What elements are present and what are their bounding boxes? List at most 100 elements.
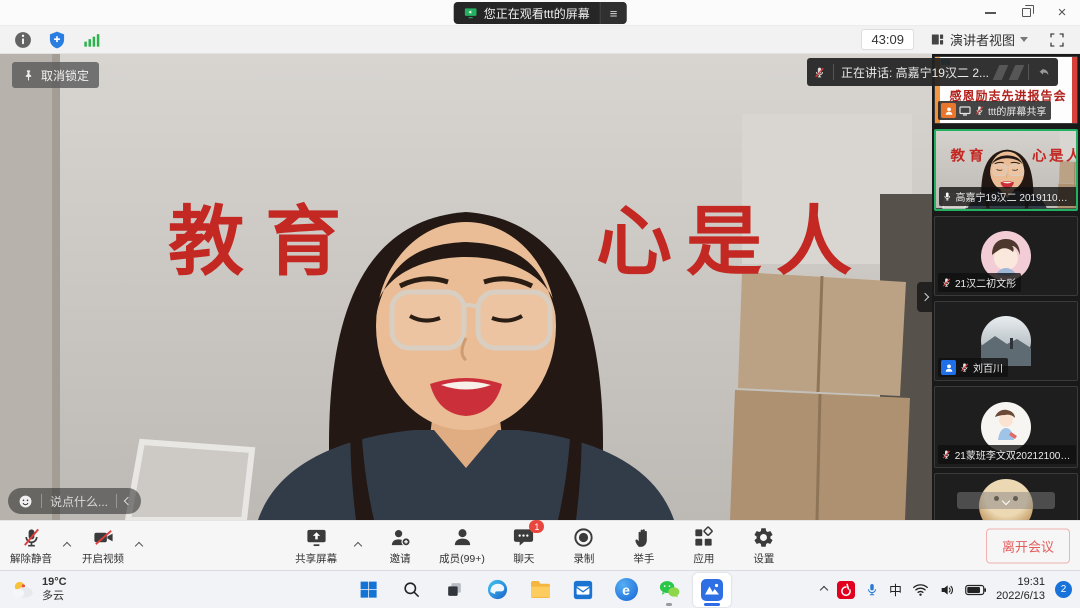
participant-avatar-tile[interactable]: 21蒙班李文双202121002... [934,386,1078,468]
chevron-left-icon[interactable] [124,497,132,505]
participant-label: 高嘉宁19汉二 201911002... [939,187,1077,206]
browser-e-button[interactable]: e [607,573,645,607]
unpin-button[interactable]: 取消锁定 [12,62,99,88]
participant-avatar-tile[interactable]: 21汉二初文彤 [934,216,1078,296]
divider [1028,64,1029,80]
task-view-button[interactable] [435,573,473,607]
running-indicator [666,603,672,606]
record-label: 录制 [573,551,594,566]
chat-button[interactable]: 1 聊天 [499,523,549,568]
active-mic-icon [942,191,953,202]
sidebar-collapse-handle[interactable] [917,282,932,312]
participant-label: 21汉二初文彤 [938,273,1021,292]
search-icon [402,580,421,599]
apps-button[interactable]: 应用 [679,523,729,568]
scroll-down-button[interactable] [957,492,1055,509]
meeting-control-bar: 解除静音 开启视频 共享屏幕 邀请 成员(99+) [0,520,1080,570]
security-shield-button[interactable] [44,29,70,51]
taskbar-search-button[interactable] [392,573,430,607]
chevron-down-icon [1002,496,1010,504]
tray-mic-icon[interactable] [865,582,879,597]
taskbar-clock[interactable]: 19:31 2022/6/13 [996,576,1045,604]
edge-icon [486,578,509,601]
raise-hand-button[interactable]: 举手 [619,523,669,568]
person-icon [944,363,954,373]
share-screen-label: 共享屏幕 [295,551,337,566]
pin-icon [22,69,35,82]
tray-overflow-chevron-icon[interactable] [820,585,828,593]
video-options-caret[interactable] [132,531,146,561]
muted-mic-icon [813,66,826,79]
members-label: 成员(99+) [439,551,485,566]
meeting-info-button[interactable] [10,29,36,51]
unmute-label: 解除静音 [10,551,52,566]
participant-label: 21蒙班李文双202121002... [938,445,1076,464]
info-icon [13,30,33,50]
share-screen-button[interactable]: 共享屏幕 [291,523,341,568]
edge-browser-button[interactable] [478,573,516,607]
meeting-app-icon [700,578,724,602]
meeting-window: 您正在观看ttt的屏幕 ≡ × 43:09 演讲者视图 [0,0,1080,608]
network-quality-button[interactable] [78,29,104,51]
settings-button[interactable]: 设置 [739,523,789,568]
participant-avatar-tile-partial[interactable] [934,473,1078,520]
pill-menu-icon[interactable]: ≡ [600,2,627,24]
netease-music-icon[interactable] [837,581,855,599]
mail-app-button[interactable] [564,573,602,607]
emoji-smiley-icon[interactable] [18,494,33,509]
battery-icon[interactable] [965,584,986,596]
muted-mic-icon [941,277,952,288]
participant-name: 21汉二初文彤 [955,275,1016,290]
volume-icon[interactable] [939,582,955,598]
start-button[interactable] [349,573,387,607]
screen-watching-pill[interactable]: 您正在观看ttt的屏幕 ≡ [454,2,627,24]
participant-name: ttt的屏幕共享 [988,103,1046,118]
share-options-caret[interactable] [351,531,365,561]
participant-video-tile-active[interactable]: 高嘉宁19汉二 201911002... [934,129,1078,211]
taskbar-weather-widget[interactable]: 19°C多云 [10,576,67,602]
file-explorer-button[interactable] [521,573,559,607]
raise-hand-icon [632,526,655,549]
unpin-label: 取消锁定 [41,67,89,84]
minimize-icon [985,12,996,14]
invite-button[interactable]: 邀请 [375,523,425,568]
start-video-button[interactable]: 开启视频 [78,523,128,568]
quick-chat-input[interactable]: 说点什么... [8,488,141,514]
members-button[interactable]: 成员(99+) [435,523,489,568]
share-screen-icon [305,526,328,549]
minimize-button[interactable] [972,0,1008,25]
chevron-right-icon [920,293,928,301]
participant-avatar-tile[interactable]: 刘百川 [934,301,1078,381]
divider [41,494,42,508]
chat-placeholder: 说点什么... [50,493,108,510]
notification-badge[interactable]: 2 [1055,581,1072,598]
restore-icon [1022,8,1031,17]
wechat-button[interactable] [650,573,688,607]
record-button[interactable]: 录制 [559,523,609,568]
collapse-arrow-icon[interactable] [1009,65,1025,80]
muted-mic-icon [974,105,985,116]
record-icon [572,526,595,549]
view-mode-label: 演讲者视图 [950,30,1015,49]
wifi-icon[interactable] [912,582,929,597]
speaker-video: 教 育 心是人 [0,54,932,520]
weather-cloudy-icon [10,579,36,601]
slide-accent [1072,57,1077,123]
leave-meeting-button[interactable]: 离开会议 [986,528,1070,563]
meeting-app-button[interactable] [693,573,731,607]
weather-condition: 多云 [42,590,64,602]
green-monitor-icon [464,6,478,20]
collapse-arrow-icon[interactable] [993,65,1009,80]
divider [833,64,834,80]
clock-date: 2022/6/13 [996,590,1045,602]
restore-button[interactable] [1008,0,1044,25]
view-mode-button[interactable]: 演讲者视图 [924,28,1034,51]
mic-options-caret[interactable] [60,531,74,561]
fullscreen-button[interactable] [1044,29,1070,51]
reply-arrow-icon[interactable] [1036,65,1052,79]
input-method-indicator[interactable]: 中 [889,580,902,599]
close-button[interactable]: × [1044,0,1080,25]
statusbar: 43:09 演讲者视图 [0,26,1080,54]
unmute-button[interactable]: 解除静音 [6,523,56,568]
system-tray: 中 19:31 2022/6/13 2 [821,576,1072,604]
